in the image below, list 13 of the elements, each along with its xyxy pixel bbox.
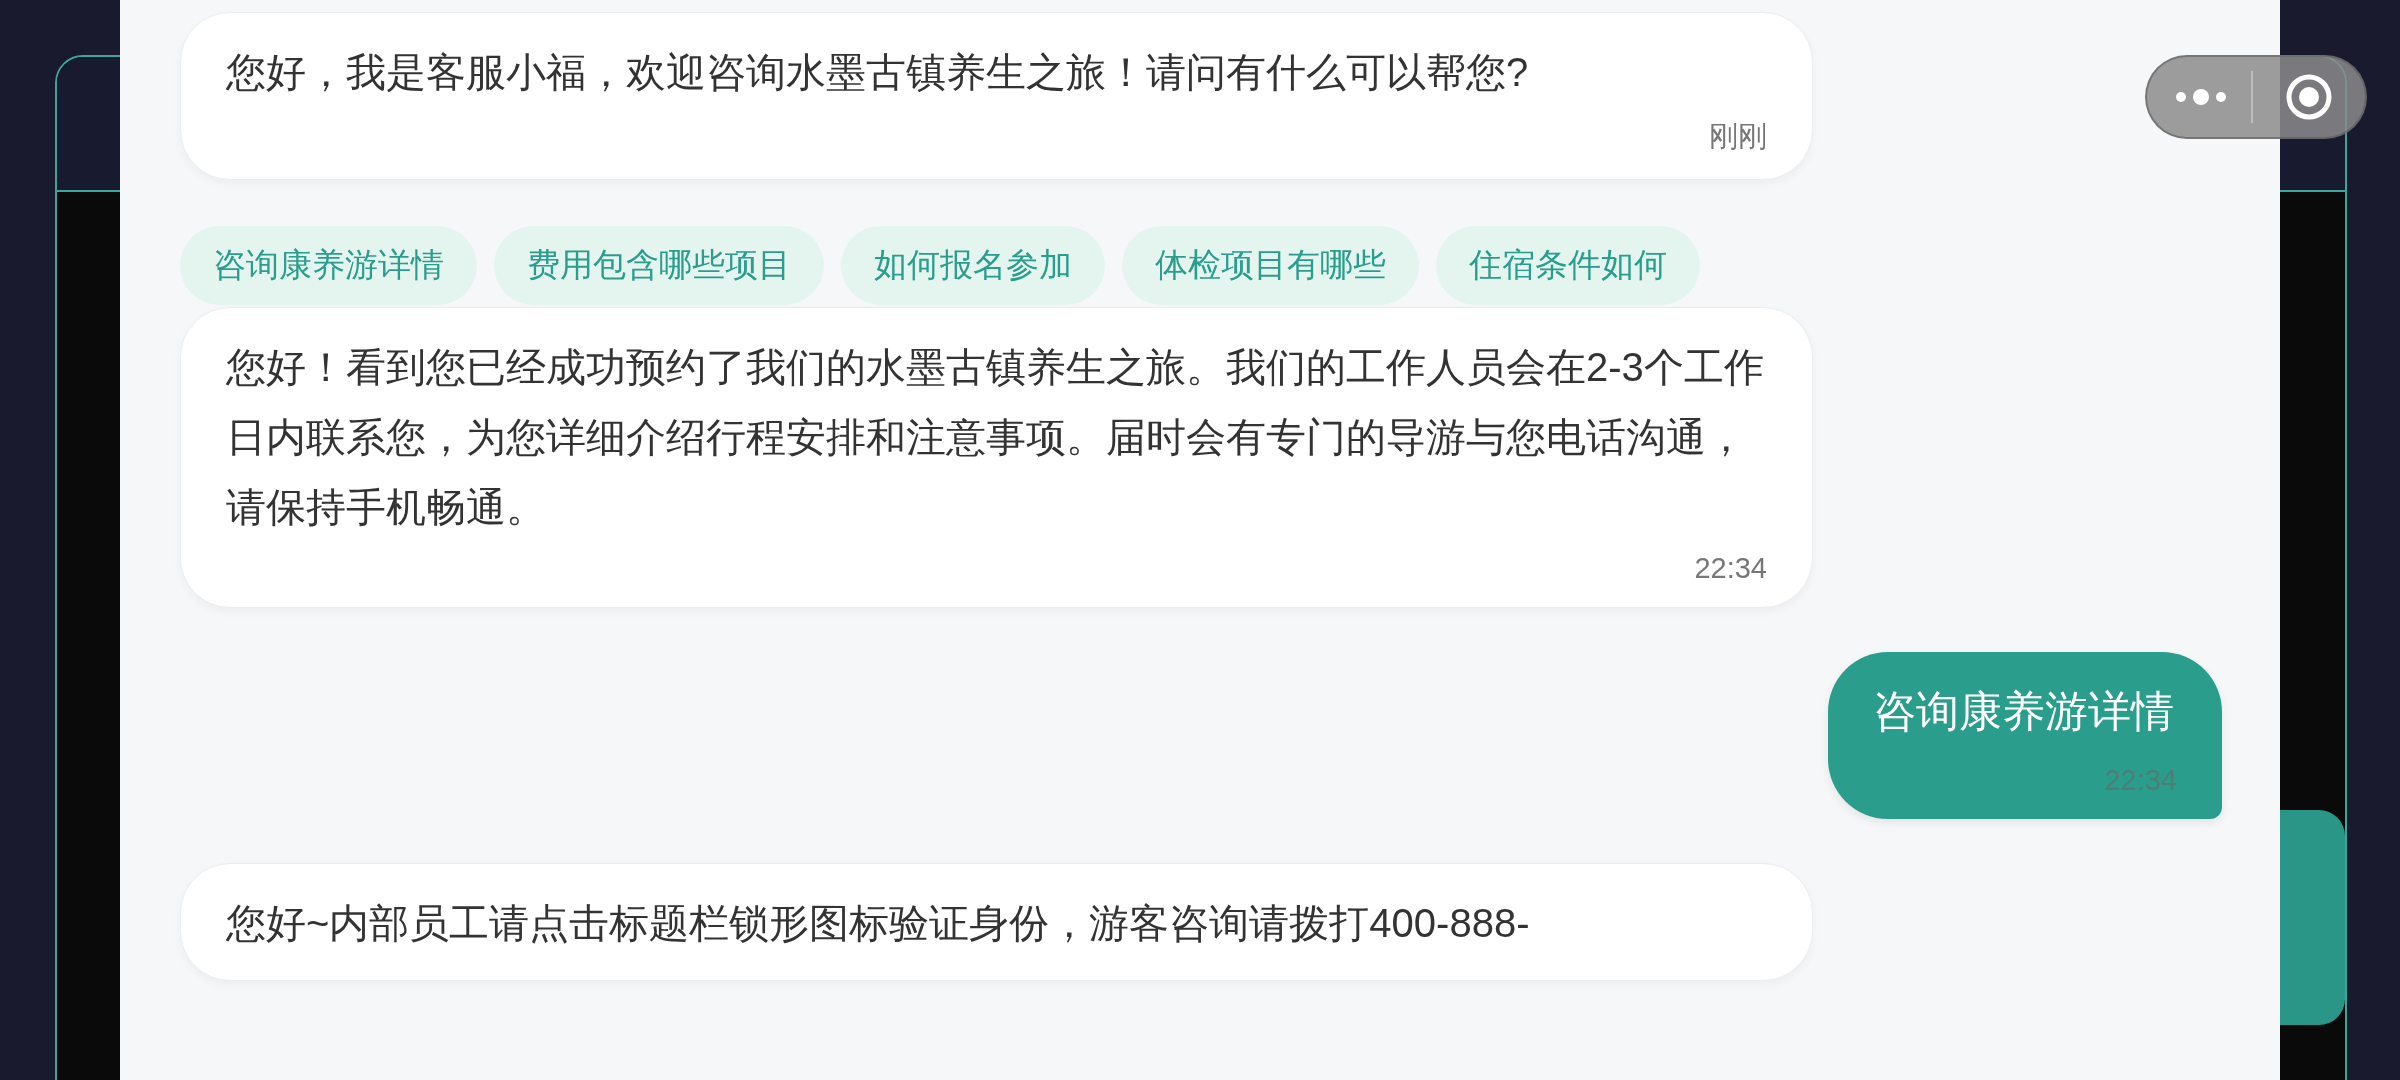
circle-dot-icon (2284, 72, 2334, 122)
suggestion-chip[interactable]: 体检项目有哪些 (1122, 226, 1419, 305)
message-time: 22:34 (1693, 552, 1767, 585)
suggestion-chip[interactable]: 咨询康养游详情 (180, 226, 477, 305)
message-text: 您好，我是客服小福，欢迎咨询水墨古镇养生之旅！请问有什么可以帮您? (226, 49, 1530, 96)
message-text: 您好~内部员工请点击标题栏锁形图标验证身份，游客咨询请拨打400-888- (226, 900, 1531, 947)
message-text: 您好！看到您已经成功预约了我们的水墨古镇养生之旅。我们的工作人员会在2-3个工作日内联系您，为您详细介绍行程安排和注意事项。届时会有专门的导游与您电话沟通，请保持手机畅通。 (226, 344, 1765, 531)
message-time: 刚刚 (1708, 119, 1767, 154)
suggestion-chip[interactable]: 如何报名参加 (841, 226, 1105, 305)
message-text: 咨询康养游详情 (1873, 686, 2175, 737)
more-icon (2175, 87, 2227, 107)
suggestion-chip[interactable]: 费用包含哪些项目 (494, 226, 824, 305)
suggestion-chip[interactable]: 住宿条件如何 (1436, 226, 1700, 305)
